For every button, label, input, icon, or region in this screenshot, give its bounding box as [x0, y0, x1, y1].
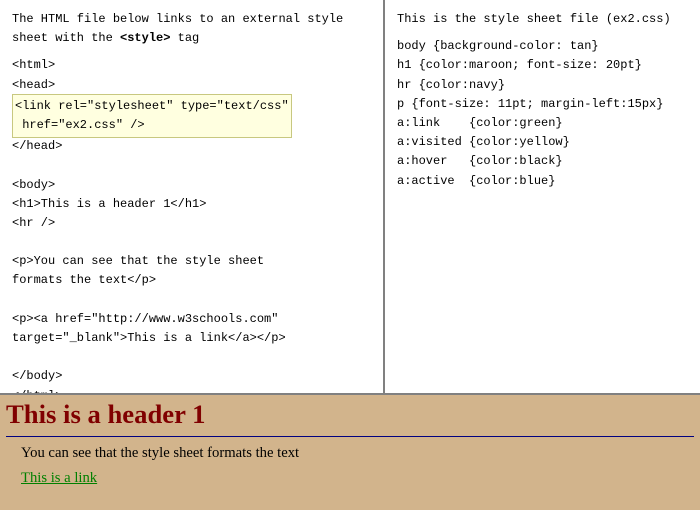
css-description: This is the style sheet file (ex2.css): [397, 10, 688, 29]
html-source-panel: The HTML file below links to an external…: [0, 0, 385, 393]
css-code-block: body {background-color: tan} h1 {color:m…: [397, 37, 688, 191]
code-after: </head> <body> <h1>This is a header 1</h…: [12, 139, 286, 393]
preview-link[interactable]: This is a link: [21, 470, 97, 486]
desc-bold: <style>: [120, 31, 170, 45]
preview-link-paragraph: This is a link: [21, 470, 694, 487]
rendered-preview: This is a header 1 You can see that the …: [0, 395, 700, 510]
code-panels: The HTML file below links to an external…: [0, 0, 700, 395]
code-before: <html> <head>: [12, 58, 55, 91]
preview-header: This is a header 1: [6, 399, 694, 430]
html-description: The HTML file below links to an external…: [12, 10, 371, 48]
desc-text-post: tag: [170, 31, 199, 45]
css-source-panel: This is the style sheet file (ex2.css) b…: [385, 0, 700, 393]
preview-hr: [6, 436, 694, 437]
code-highlight: <link rel="stylesheet" type="text/css" h…: [12, 94, 292, 138]
html-code-block: <html> <head> <link rel="stylesheet" typ…: [12, 56, 371, 393]
preview-paragraph: You can see that the style sheet formats…: [21, 445, 694, 462]
